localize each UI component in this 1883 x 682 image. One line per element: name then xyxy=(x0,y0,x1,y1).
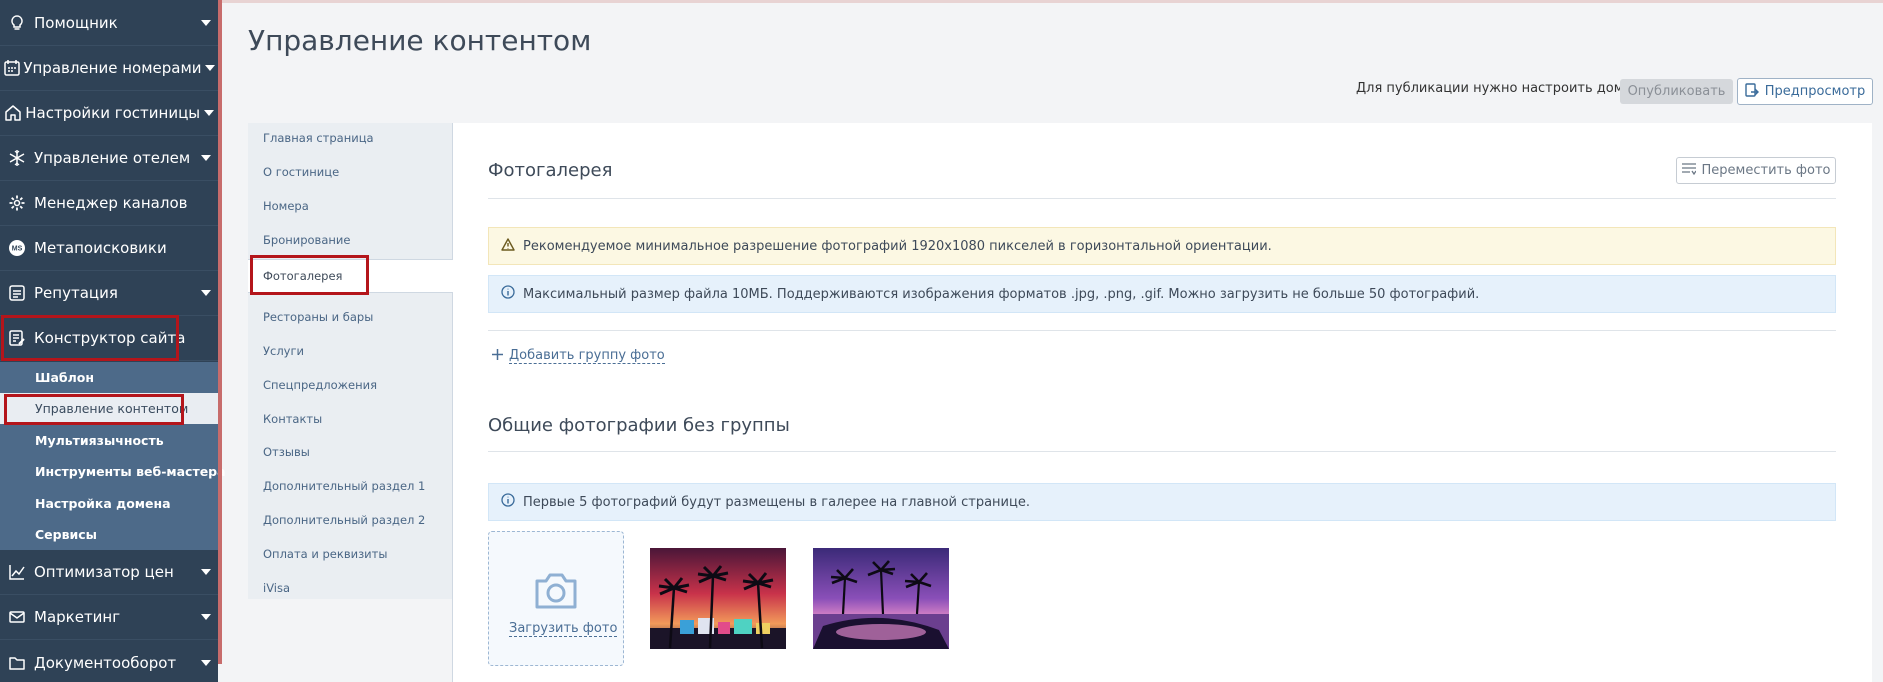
move-photos-label: Переместить фото xyxy=(1701,163,1831,178)
camera-icon xyxy=(533,572,579,614)
nav-item-hotel-settings[interactable]: Настройки гостиницы xyxy=(0,91,218,136)
domain-note: Для публикации нужно настроить домен xyxy=(1356,81,1641,96)
info-icon xyxy=(501,285,515,303)
section-menu-item-booking[interactable]: Бронирование xyxy=(263,233,350,247)
nav-item-price-optimizer[interactable]: Оптимизатор цен xyxy=(0,550,218,595)
publish-button[interactable]: Опубликовать xyxy=(1620,79,1733,104)
section-menu-item-special-offers[interactable]: Спецпредложения xyxy=(263,378,377,392)
nav-item-label: Маркетинг xyxy=(34,608,121,626)
sidebar-edge xyxy=(218,0,222,664)
divider xyxy=(488,198,1836,199)
photo-thumbnail[interactable] xyxy=(650,548,786,649)
section-menu-item-extra-2[interactable]: Дополнительный раздел 2 xyxy=(263,513,425,527)
page-title: Управление контентом xyxy=(248,24,592,57)
plus-icon xyxy=(492,348,503,364)
nav-item-reputation[interactable]: Репутация xyxy=(0,271,218,316)
upload-photo-dropzone[interactable]: Загрузить фото xyxy=(488,531,624,666)
warning-text: Рекомендуемое минимальное разрешение фот… xyxy=(523,238,1272,254)
info-text: Максимальный размер файла 10МБ. Поддержи… xyxy=(523,286,1480,302)
section-menu-item-about[interactable]: О гостинице xyxy=(263,165,339,179)
section-menu-item-home[interactable]: Главная страница xyxy=(263,131,374,145)
caret-down-icon xyxy=(194,569,218,575)
resolution-warning: Рекомендуемое минимальное разрешение фот… xyxy=(488,227,1836,265)
nav-item-label: Помощник xyxy=(34,14,118,32)
info-text: Первые 5 фотографий будут размещены в га… xyxy=(523,494,1030,510)
nav-item-label: Управление номерами xyxy=(23,59,202,77)
section-menu-item-contacts[interactable]: Контакты xyxy=(263,412,322,426)
highlight-box-gallery xyxy=(250,255,369,295)
nav-item-label: Менеджер каналов xyxy=(34,194,188,212)
submenu-item-template[interactable]: Шаблон xyxy=(0,362,218,393)
caret-down-icon xyxy=(200,110,218,116)
move-photos-icon xyxy=(1681,162,1697,179)
caret-down-icon xyxy=(194,290,218,296)
common-photos-title: Общие фотографии без группы xyxy=(488,415,790,436)
nav-item-assistant[interactable]: Помощник xyxy=(0,1,218,46)
nav-item-marketing[interactable]: Маркетинг xyxy=(0,595,218,640)
nav-item-hotel-management[interactable]: Управление отелем xyxy=(0,136,218,181)
mail-icon xyxy=(0,595,34,640)
top-border xyxy=(222,0,1883,3)
submenu-item-domain-settings[interactable]: Настройка домена xyxy=(0,488,218,519)
caret-down-icon xyxy=(202,65,218,71)
caret-down-icon xyxy=(194,20,218,26)
warning-icon xyxy=(501,237,515,255)
photo-thumbnail[interactable] xyxy=(813,548,949,649)
caret-down-icon xyxy=(194,155,218,161)
nav-item-document-flow[interactable]: Документооборот xyxy=(0,640,218,682)
calendar-icon xyxy=(0,46,23,91)
caret-down-icon xyxy=(194,614,218,620)
info-icon xyxy=(501,493,515,511)
divider xyxy=(488,451,1836,452)
section-menu-item-rooms[interactable]: Номера xyxy=(263,199,309,213)
site-builder-submenu: Шаблон Управление контентом Мультиязычно… xyxy=(0,362,226,550)
caret-down-icon xyxy=(194,659,218,666)
nav-item-room-management[interactable]: Управление номерами xyxy=(0,46,218,91)
add-photo-group-link[interactable]: Добавить группу фото xyxy=(492,348,665,364)
nav-item-label: Метапоисковики xyxy=(34,239,167,257)
chart-line-icon xyxy=(0,550,34,595)
add-photo-group-label: Добавить группу фото xyxy=(509,348,665,364)
submenu-item-webmaster-tools[interactable]: Инструменты веб-мастера xyxy=(0,456,226,487)
nav-item-label: Репутация xyxy=(34,284,118,302)
gear-icon xyxy=(0,181,34,226)
section-menu-item-extra-1[interactable]: Дополнительный раздел 1 xyxy=(263,479,425,493)
divider xyxy=(488,330,1836,331)
ms-badge-text: MS xyxy=(12,246,23,253)
section-menu-item-restaurants[interactable]: Рестораны и бары xyxy=(263,310,373,324)
highlight-box-site-builder xyxy=(1,315,179,361)
gallery-title: Фотогалерея xyxy=(488,160,613,181)
highlight-box-content-management xyxy=(4,394,184,425)
home-icon xyxy=(0,91,25,136)
snowflake-icon xyxy=(0,136,34,181)
nav-item-metasearch[interactable]: MS Метапоисковики xyxy=(0,226,218,271)
first-photos-info: Первые 5 фотографий будут размещены в га… xyxy=(488,483,1836,521)
nav-item-label: Документооборот xyxy=(34,653,177,672)
section-menu-item-ivisa[interactable]: iVisa xyxy=(263,581,290,595)
section-menu: Главная страница О гостинице Номера Брон… xyxy=(248,123,452,599)
section-menu-item-services[interactable]: Услуги xyxy=(263,344,304,358)
nav-item-label: Настройки гостиницы xyxy=(25,104,201,122)
preview-button[interactable]: Предпросмотр xyxy=(1737,78,1873,105)
nav-item-channel-manager[interactable]: Менеджер каналов xyxy=(0,181,218,226)
ms-badge-icon: MS xyxy=(0,226,34,271)
file-size-info: Максимальный размер файла 10МБ. Поддержи… xyxy=(488,275,1836,313)
nav-item-label: Управление отелем xyxy=(34,149,191,167)
folder-icon xyxy=(0,640,34,682)
submenu-item-multilanguage[interactable]: Мультиязычность xyxy=(0,425,218,456)
section-menu-item-reviews[interactable]: Отзывы xyxy=(263,445,310,459)
reputation-icon xyxy=(0,271,34,316)
lightbulb-icon xyxy=(0,1,34,46)
submenu-item-services[interactable]: Сервисы xyxy=(0,519,218,550)
preview-button-label: Предпросмотр xyxy=(1764,84,1866,99)
nav-item-label: Оптимизатор цен xyxy=(34,563,174,581)
move-photos-button[interactable]: Переместить фото xyxy=(1676,157,1836,184)
preview-icon xyxy=(1745,82,1759,101)
upload-photo-label: Загрузить фото xyxy=(509,621,618,637)
section-menu-item-payment[interactable]: Оплата и реквизиты xyxy=(263,547,387,561)
publish-button-label: Опубликовать xyxy=(1627,84,1726,99)
